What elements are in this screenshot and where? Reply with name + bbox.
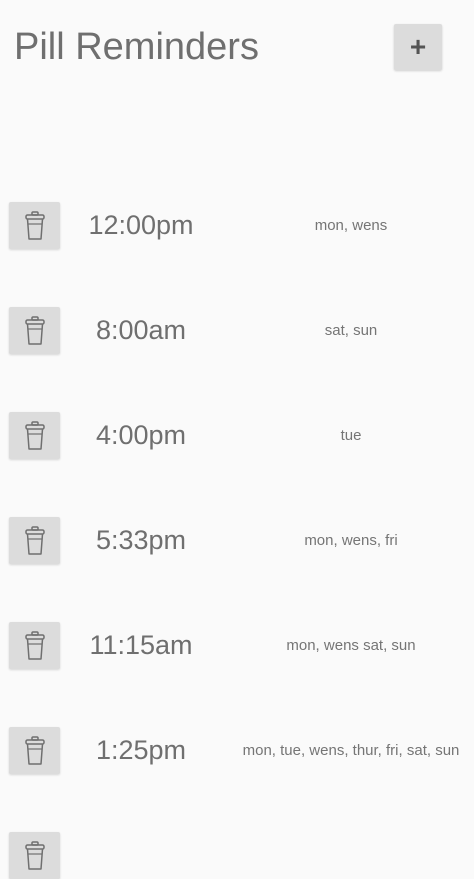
reminder-days: mon, wens sat, sun xyxy=(286,637,416,654)
reminder-days: mon, wens xyxy=(314,217,388,234)
delete-button[interactable] xyxy=(9,307,60,354)
reminder-row: 5:33pm mon, wens, fri xyxy=(0,517,474,564)
add-reminder-button[interactable]: + xyxy=(394,24,442,70)
trash-icon xyxy=(24,525,45,555)
reminder-row xyxy=(0,832,474,879)
reminder-row: 11:15am mon, wens sat, sun xyxy=(0,622,474,669)
delete-button[interactable] xyxy=(9,727,60,774)
reminder-row: 8:00am sat, sun xyxy=(0,307,474,354)
reminder-time: 5:33pm xyxy=(95,525,187,555)
reminder-time: 8:00am xyxy=(95,315,187,345)
page-title: Pill Reminders xyxy=(14,26,259,68)
trash-icon xyxy=(24,840,45,870)
delete-button[interactable] xyxy=(9,832,60,879)
reminder-days: mon, tue, wens, thur, fri, sat, sun xyxy=(242,742,460,759)
reminder-time: 1:25pm xyxy=(95,735,187,765)
delete-button[interactable] xyxy=(9,622,60,669)
trash-icon xyxy=(24,735,45,765)
reminder-row: 12:00pm mon, wens xyxy=(0,202,474,249)
reminder-days: tue xyxy=(340,427,362,444)
trash-icon xyxy=(24,315,45,345)
trash-icon xyxy=(24,420,45,450)
delete-button[interactable] xyxy=(9,517,60,564)
reminder-time: 12:00pm xyxy=(88,210,194,240)
reminder-days: sat, sun xyxy=(324,322,378,339)
trash-icon xyxy=(24,630,45,660)
trash-icon xyxy=(24,210,45,240)
reminder-days: mon, wens, fri xyxy=(304,532,398,549)
delete-button[interactable] xyxy=(9,412,60,459)
reminder-time: 4:00pm xyxy=(95,420,187,450)
reminder-time xyxy=(62,832,220,879)
delete-button[interactable] xyxy=(9,202,60,249)
reminder-row: 1:25pm mon, tue, wens, thur, fri, sat, s… xyxy=(0,727,474,774)
reminder-days xyxy=(228,832,474,879)
reminder-time: 11:15am xyxy=(89,630,193,660)
reminder-row: 4:00pm tue xyxy=(0,412,474,459)
